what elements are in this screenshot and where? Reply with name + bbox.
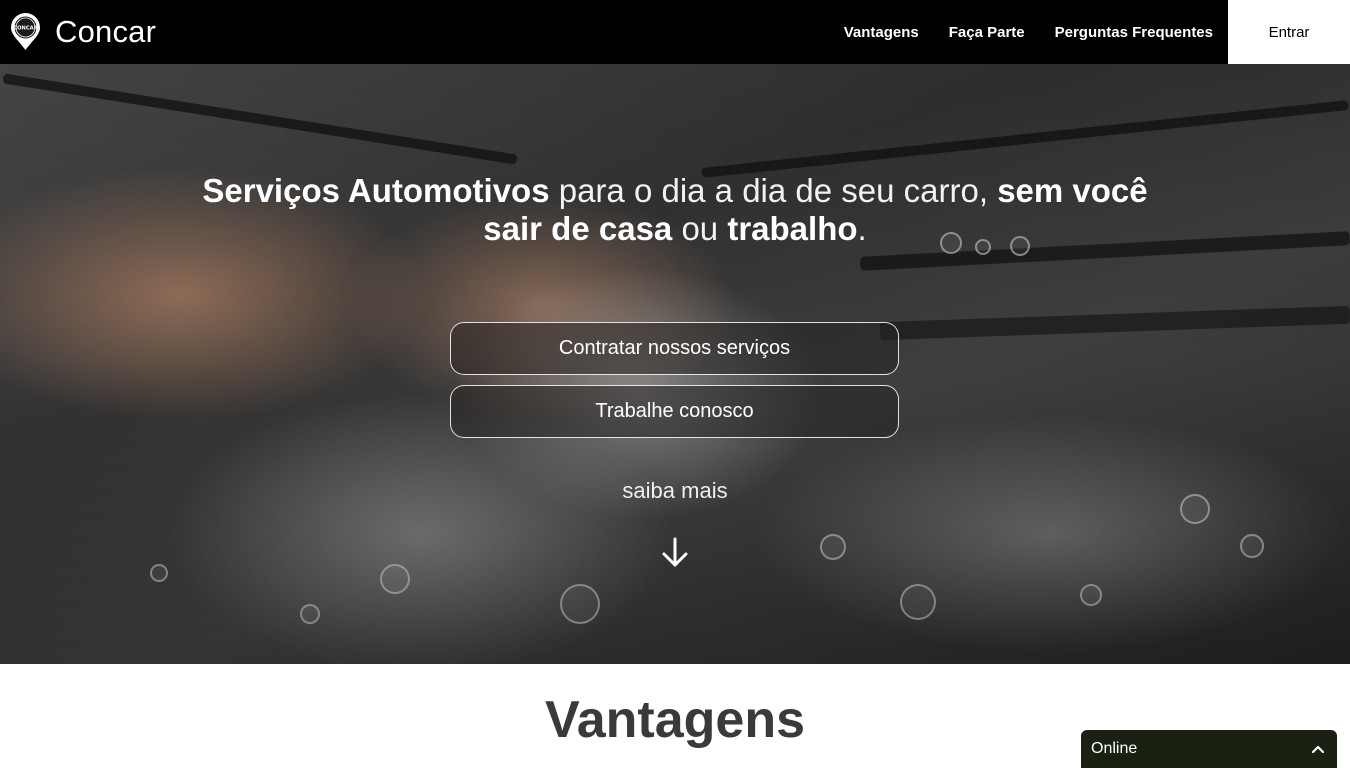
brand-name: Concar xyxy=(55,14,157,49)
nav-faca-parte[interactable]: Faça Parte xyxy=(934,24,1040,41)
headline-strong-1: Serviços Automotivos xyxy=(202,172,550,209)
brand-link[interactable]: CONCAR Concar xyxy=(9,13,156,51)
headline-light-2: ou xyxy=(672,210,728,247)
arrow-down-icon[interactable] xyxy=(661,537,689,569)
hero-section: Serviços Automotivos para o dia a dia de… xyxy=(0,64,1350,664)
chat-widget[interactable]: Online xyxy=(1081,730,1337,768)
work-with-us-button[interactable]: Trabalhe conosco xyxy=(450,385,899,438)
top-navbar: CONCAR Concar Vantagens Faça Parte Pergu… xyxy=(0,0,1350,64)
headline-period: . xyxy=(857,210,867,247)
concar-logo-icon: CONCAR xyxy=(11,13,40,50)
login-button[interactable]: Entrar xyxy=(1228,0,1350,64)
chevron-up-icon[interactable] xyxy=(1311,744,1325,754)
hero-headline: Serviços Automotivos para o dia a dia de… xyxy=(175,172,1175,248)
learn-more-label[interactable]: saiba mais xyxy=(0,478,1350,504)
chat-status-label: Online xyxy=(1091,740,1138,757)
logo-text: CONCAR xyxy=(13,26,37,32)
nav-links: Vantagens Faça Parte Perguntas Frequente… xyxy=(829,0,1228,64)
headline-strong-3: trabalho xyxy=(727,210,858,247)
hire-services-button[interactable]: Contratar nossos serviços xyxy=(450,322,899,375)
nav-perguntas-frequentes[interactable]: Perguntas Frequentes xyxy=(1040,24,1228,41)
nav-vantagens[interactable]: Vantagens xyxy=(829,24,934,41)
headline-light-1: para o dia a dia de seu carro, xyxy=(549,172,998,209)
